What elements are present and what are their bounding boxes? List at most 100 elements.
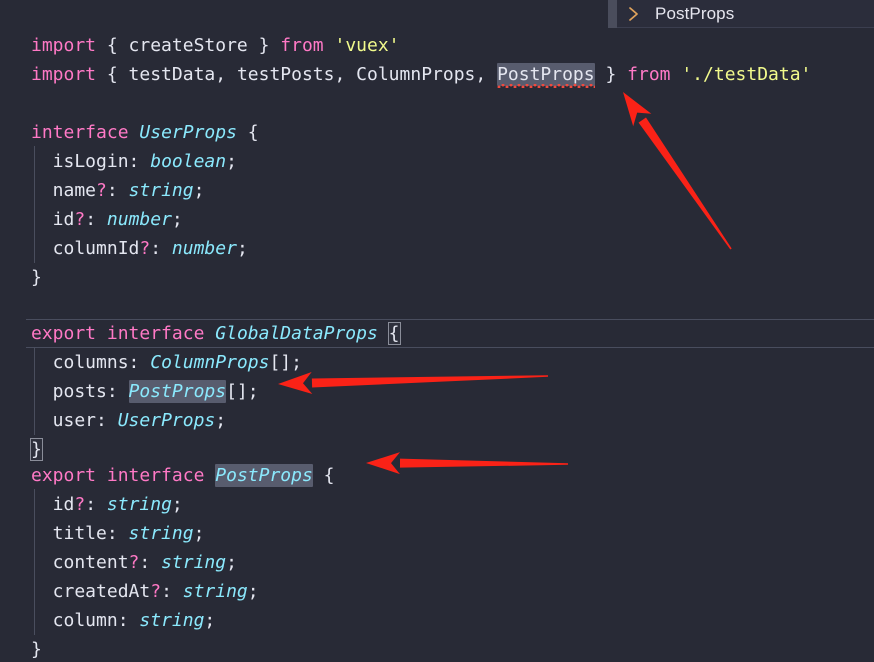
code-line[interactable]: user: UserProps; bbox=[0, 406, 226, 435]
screenshot-root: import { createStore } from 'vuex' import… bbox=[0, 0, 874, 662]
code-token: } bbox=[247, 35, 281, 56]
code-token: createdAt bbox=[31, 581, 151, 602]
code-line[interactable]: import { testData, testPosts, ColumnProp… bbox=[0, 60, 811, 89]
code-token: : bbox=[106, 381, 129, 402]
bracket-match: } bbox=[30, 438, 43, 461]
chevron-right-icon bbox=[629, 6, 638, 21]
code-line[interactable]: id?: string; bbox=[0, 490, 183, 519]
code-token: string bbox=[128, 523, 194, 544]
code-token: : bbox=[161, 581, 183, 602]
code-token: id bbox=[31, 494, 75, 515]
code-token: ; bbox=[193, 523, 205, 544]
code-token: : bbox=[117, 610, 140, 631]
code-token: import bbox=[31, 35, 97, 56]
code-token: GlobalDataProps bbox=[215, 323, 378, 344]
popup-panel[interactable]: PostProps bbox=[617, 0, 874, 28]
code-line[interactable]: id?: number; bbox=[0, 205, 183, 234]
code-token: from bbox=[280, 35, 324, 56]
code-token: string bbox=[182, 581, 248, 602]
code-token: []; bbox=[226, 381, 259, 402]
code-line[interactable]: content?: string; bbox=[0, 548, 237, 577]
code-token: UserProps bbox=[139, 122, 237, 143]
highlighted-identifier: PostProps bbox=[497, 63, 595, 86]
code-token: interface bbox=[106, 323, 205, 344]
code-token: testPosts bbox=[236, 64, 335, 85]
bracket-match: { bbox=[387, 322, 401, 345]
code-token: isLogin bbox=[31, 151, 129, 172]
code-token: boolean bbox=[150, 151, 227, 172]
code-token: : bbox=[150, 238, 172, 259]
code-token: } bbox=[31, 639, 42, 660]
code-line[interactable]: column: string; bbox=[0, 606, 216, 635]
code-token: string bbox=[161, 552, 227, 573]
code-token: column bbox=[31, 610, 118, 631]
code-line[interactable]: } bbox=[0, 435, 43, 464]
code-line[interactable]: export interface GlobalDataProps { bbox=[0, 319, 401, 348]
code-token: ; bbox=[215, 410, 227, 431]
code-token: string bbox=[128, 180, 194, 201]
code-token: : bbox=[85, 209, 107, 230]
code-token: title bbox=[31, 523, 107, 544]
code-token: , bbox=[475, 64, 498, 85]
code-line[interactable]: title: string; bbox=[0, 519, 205, 548]
code-token: ; bbox=[171, 494, 183, 515]
code-token: ; bbox=[226, 552, 237, 573]
code-token: name bbox=[31, 180, 97, 201]
code-token: } bbox=[594, 64, 628, 85]
code-token: { bbox=[96, 35, 129, 56]
code-token: createStore bbox=[128, 35, 248, 56]
code-token: : bbox=[85, 494, 107, 515]
code-line[interactable]: import { createStore } from 'vuex' bbox=[0, 31, 400, 60]
code-line[interactable]: createdAt?: string; bbox=[0, 577, 259, 606]
code-token: ColumnProps bbox=[150, 352, 270, 373]
code-line[interactable]: columns: ColumnProps[]; bbox=[0, 348, 302, 377]
code-token: export bbox=[31, 465, 97, 486]
code-token: , bbox=[215, 64, 237, 85]
code-token: } bbox=[31, 267, 42, 288]
code-token: ? bbox=[96, 180, 107, 201]
code-token: : bbox=[128, 151, 151, 172]
code-token: ; bbox=[204, 610, 216, 631]
code-token: string bbox=[106, 494, 172, 515]
code-line[interactable]: name?: string; bbox=[0, 176, 205, 205]
code-token: { bbox=[236, 122, 259, 143]
code-token: number bbox=[106, 209, 172, 230]
code-token: export bbox=[31, 323, 97, 344]
code-token: ? bbox=[74, 494, 86, 515]
code-line[interactable]: posts: PostProps[]; bbox=[0, 377, 259, 406]
code-editor[interactable]: import { createStore } from 'vuex' import… bbox=[0, 0, 874, 662]
code-token: ? bbox=[128, 552, 140, 573]
code-line[interactable]: isLogin: boolean; bbox=[0, 147, 237, 176]
popup-left-rail bbox=[608, 0, 617, 28]
code-token: user bbox=[31, 410, 97, 431]
popup-label: PostProps bbox=[655, 3, 735, 23]
code-token: : bbox=[96, 410, 118, 431]
code-token: ; bbox=[193, 180, 205, 201]
code-line[interactable]: export interface PostProps { bbox=[0, 461, 335, 490]
code-token: 'vuex' bbox=[334, 35, 400, 56]
code-line[interactable]: } bbox=[0, 635, 42, 662]
code-line[interactable]: } bbox=[0, 263, 42, 292]
code-token: { bbox=[312, 465, 335, 486]
highlighted-identifier: PostProps bbox=[128, 380, 227, 403]
code-token: testData bbox=[128, 64, 216, 85]
code-line[interactable]: columnId?: number; bbox=[0, 234, 248, 263]
code-token: ? bbox=[74, 209, 86, 230]
code-token: columnId bbox=[31, 238, 140, 259]
code-token: import bbox=[31, 64, 97, 85]
breadcrumb-popup[interactable]: PostProps bbox=[608, 0, 874, 28]
code-token: interface bbox=[106, 465, 205, 486]
code-token: : bbox=[128, 352, 151, 373]
code-token: ; bbox=[236, 238, 248, 259]
code-token: from bbox=[627, 64, 671, 85]
code-token: './testData' bbox=[681, 64, 812, 85]
code-token: ColumnProps bbox=[356, 64, 476, 85]
code-token: id bbox=[31, 209, 75, 230]
code-line[interactable]: interface UserProps { bbox=[0, 118, 259, 147]
code-token: { bbox=[96, 64, 129, 85]
